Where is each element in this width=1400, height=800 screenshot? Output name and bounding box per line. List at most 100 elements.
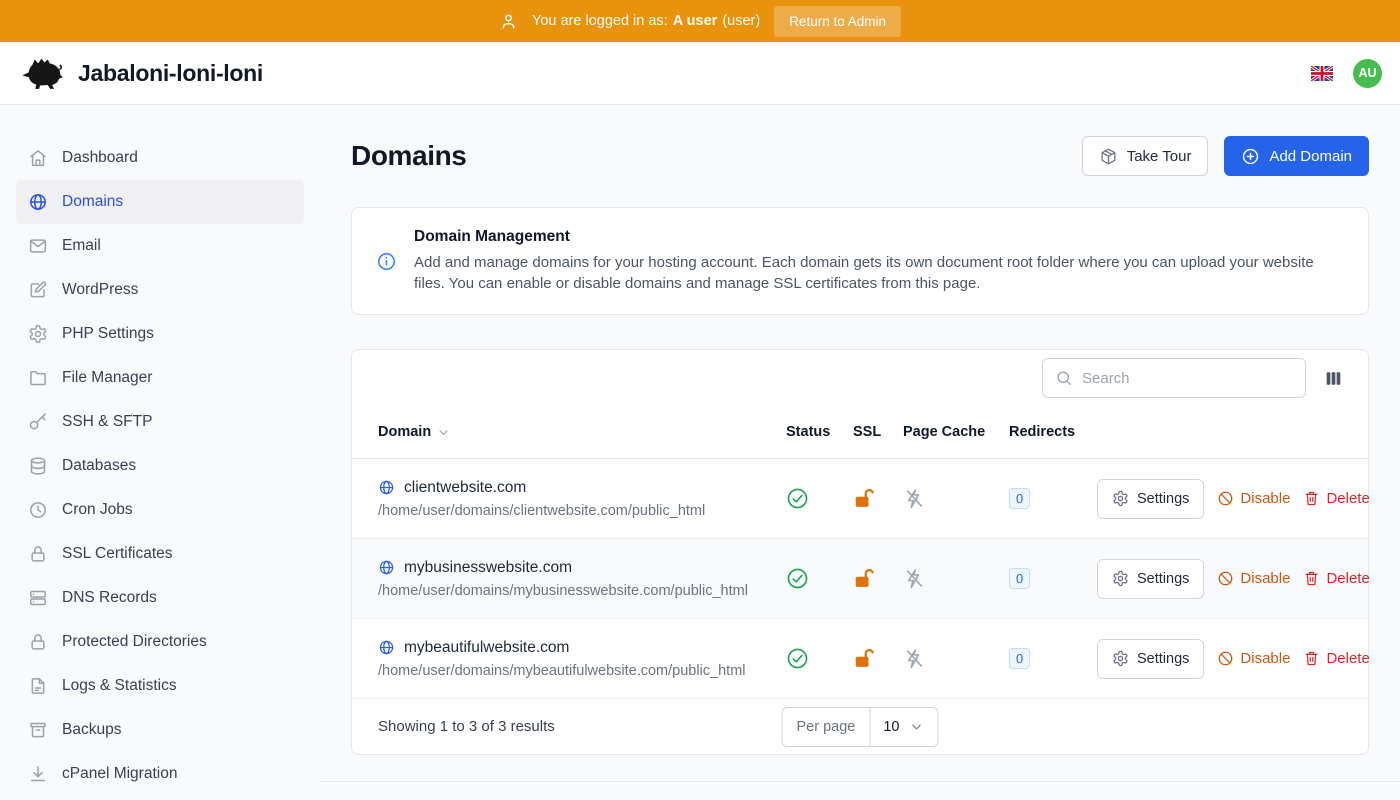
redirects-count-badge[interactable]: 0 [1009, 568, 1030, 589]
globe-icon [28, 192, 48, 212]
sidebar-item-logs-statistics[interactable]: Logs & Statistics [16, 664, 304, 708]
sidebar-item-php-settings[interactable]: PHP Settings [16, 312, 304, 356]
clock-icon [28, 500, 48, 520]
sidebar-item-label: Cron Jobs [62, 501, 133, 519]
sidebar-item-label: Backups [62, 721, 121, 739]
avatar[interactable]: AU [1353, 59, 1382, 88]
add-domain-button[interactable]: Add Domain [1224, 136, 1369, 176]
trash-icon [1303, 490, 1320, 507]
file-text-icon [28, 676, 48, 696]
column-header-domain[interactable]: Domain [378, 424, 786, 440]
globe-icon [378, 639, 395, 656]
app-header: Jabaloni-loni-loni AU [0, 42, 1400, 105]
search-icon [1055, 369, 1073, 387]
table-header-row: Domain Status SSL Page Cache Redirects [352, 406, 1368, 459]
domain-cell: mybeautifulwebsite.com /home/user/domain… [378, 639, 786, 679]
ban-icon [1217, 650, 1234, 667]
per-page-label: Per page [783, 708, 871, 746]
lock-icon [28, 632, 48, 652]
sidebar-item-wordpress[interactable]: WordPress [16, 268, 304, 312]
delete-button[interactable]: Delete [1303, 650, 1369, 667]
search-input[interactable] [1082, 370, 1293, 387]
sidebar-item-email[interactable]: Email [16, 224, 304, 268]
column-header-redirects: Redirects [1009, 424, 1097, 440]
redirects-count-badge[interactable]: 0 [1009, 488, 1030, 509]
column-header-page-cache: Page Cache [903, 424, 1009, 440]
search-box [1042, 358, 1306, 398]
sidebar-item-label: DNS Records [62, 589, 157, 607]
ssl-unlocked-icon[interactable] [853, 647, 876, 670]
sidebar-item-label: Databases [62, 457, 136, 475]
impersonation-prefix: You are logged in as: [532, 13, 668, 29]
results-summary: Showing 1 to 3 of 3 results [378, 718, 555, 735]
gear-icon [1112, 490, 1129, 507]
column-header-ssl: SSL [853, 424, 903, 440]
domains-table-card: Domain Status SSL Page Cache Redirects c… [351, 349, 1369, 755]
sidebar-item-file-manager[interactable]: File Manager [16, 356, 304, 400]
sidebar-item-protected-directories[interactable]: Protected Directories [16, 620, 304, 664]
settings-button[interactable]: Settings [1097, 479, 1204, 519]
language-flag-button[interactable] [1311, 66, 1333, 81]
sidebar-item-dns-records[interactable]: DNS Records [16, 576, 304, 620]
domain-name[interactable]: clientwebsite.com [404, 479, 526, 497]
sidebar-item-cpanel-migration[interactable]: cPanel Migration [16, 752, 304, 796]
ssl-unlocked-icon[interactable] [853, 487, 876, 510]
delete-button[interactable]: Delete [1303, 490, 1369, 507]
disable-button[interactable]: Disable [1217, 570, 1290, 587]
sidebar-item-label: SSH & SFTP [62, 413, 152, 431]
page-title: Domains [351, 140, 466, 172]
archive-icon [28, 720, 48, 740]
domain-name[interactable]: mybusinesswebsite.com [404, 559, 572, 577]
redirects-count-badge[interactable]: 0 [1009, 648, 1030, 669]
sidebar-item-databases[interactable]: Databases [16, 444, 304, 488]
per-page-control: Per page 10 [782, 707, 939, 747]
status-active-check-icon [786, 487, 809, 510]
sidebar-item-label: SSL Certificates [62, 545, 173, 563]
page-cache-off-icon[interactable] [903, 647, 926, 670]
document-root-path: /home/user/domains/mybusinesswebsite.com… [378, 583, 786, 599]
delete-button[interactable]: Delete [1303, 570, 1369, 587]
settings-button[interactable]: Settings [1097, 559, 1204, 599]
impersonated-user-name: A user [673, 13, 718, 29]
globe-icon [378, 559, 395, 576]
info-box-body: Add and manage domains for your hosting … [414, 253, 1319, 294]
domain-management-info-box: Domain Management Add and manage domains… [351, 207, 1369, 315]
disable-button[interactable]: Disable [1217, 650, 1290, 667]
column-visibility-button[interactable] [1323, 368, 1344, 389]
status-active-check-icon [786, 567, 809, 590]
sidebar-item-label: File Manager [62, 369, 152, 387]
folder-icon [28, 368, 48, 388]
add-domain-label: Add Domain [1269, 148, 1352, 165]
disable-button[interactable]: Disable [1217, 490, 1290, 507]
trash-icon [1303, 570, 1320, 587]
user-icon [499, 12, 518, 31]
brand-logo[interactable]: Jabaloni-loni-loni [18, 55, 263, 91]
sidebar-item-backups[interactable]: Backups [16, 708, 304, 752]
boar-logo-icon [18, 55, 66, 91]
sidebar-item-ssl-certificates[interactable]: SSL Certificates [16, 532, 304, 576]
lock-icon [28, 544, 48, 564]
table-row: mybeautifulwebsite.com /home/user/domain… [352, 619, 1368, 699]
sidebar-item-label: Dashboard [62, 149, 138, 167]
take-tour-button[interactable]: Take Tour [1082, 136, 1209, 176]
domain-name[interactable]: mybeautifulwebsite.com [404, 639, 569, 657]
gear-icon [28, 324, 48, 344]
sidebar-item-domains[interactable]: Domains [16, 180, 304, 224]
sidebar-item-label: Email [62, 237, 101, 255]
info-icon [376, 251, 397, 272]
impersonation-message: You are logged in as: A user (user) [532, 13, 760, 29]
page-cache-off-icon[interactable] [903, 487, 926, 510]
settings-button[interactable]: Settings [1097, 639, 1204, 679]
sidebar-item-label: WordPress [62, 281, 138, 299]
columns-icon [1323, 368, 1344, 389]
return-to-admin-button[interactable]: Return to Admin [774, 6, 901, 37]
sidebar-item-cron-jobs[interactable]: Cron Jobs [16, 488, 304, 532]
per-page-select[interactable]: 10 [870, 708, 937, 746]
document-root-path: /home/user/domains/mybeautifulwebsite.co… [378, 663, 786, 679]
ssl-unlocked-icon[interactable] [853, 567, 876, 590]
page-bottom-divider [320, 781, 1400, 782]
page-cache-off-icon[interactable] [903, 567, 926, 590]
sidebar-item-ssh-sftp[interactable]: SSH & SFTP [16, 400, 304, 444]
sidebar-item-dashboard[interactable]: Dashboard [16, 136, 304, 180]
uk-flag-icon [1311, 66, 1333, 81]
